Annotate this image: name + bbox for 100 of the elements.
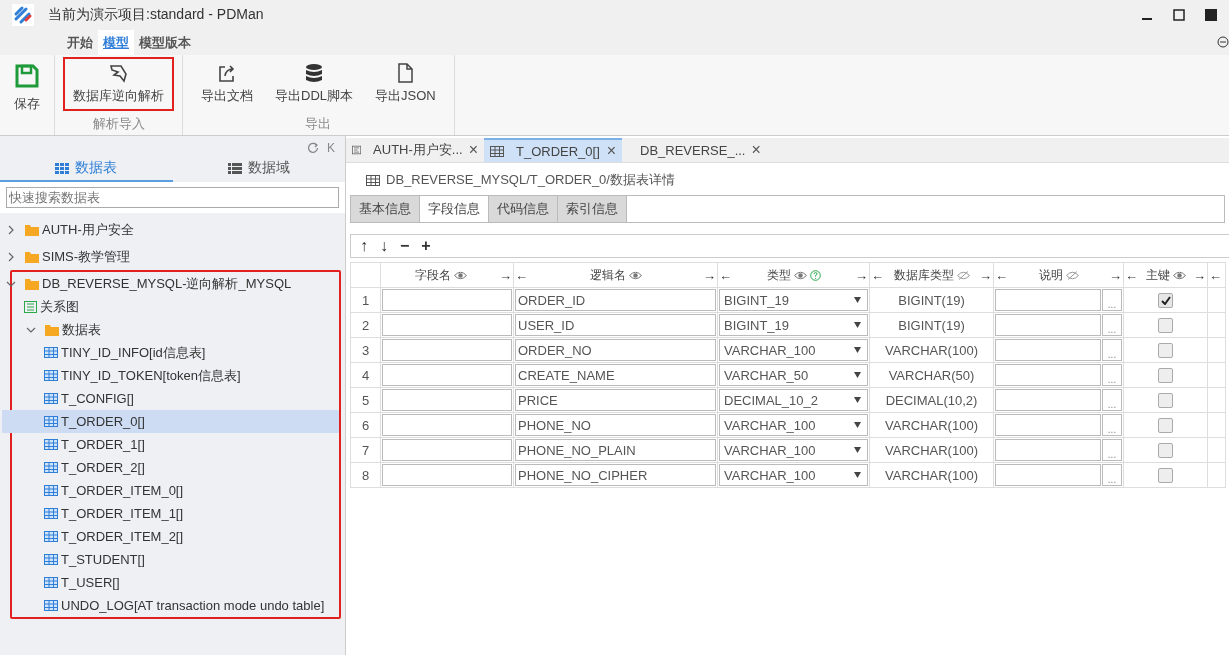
field-name-input[interactable] <box>382 364 512 386</box>
tree-item[interactable]: UNDO_LOG[AT transaction mode undo table] <box>2 594 339 617</box>
tree-item[interactable]: T_CONFIG[] <box>2 387 339 410</box>
tree-item[interactable]: 关系图 <box>2 295 339 318</box>
sidebar-tab[interactable]: 数据域 <box>172 156 345 182</box>
more-button[interactable]: ... <box>1102 439 1122 461</box>
search-field[interactable]: 快速搜索数据表 <box>6 187 339 208</box>
tree-item[interactable]: T_ORDER_0[] <box>2 410 339 433</box>
collapse-icon[interactable] <box>1217 36 1229 48</box>
ribbon-tab[interactable]: 开始 <box>62 30 98 55</box>
move-right-button[interactable]: → <box>1109 267 1122 283</box>
dropdown-icon[interactable] <box>854 397 861 403</box>
type-select[interactable]: BIGINT_19 <box>719 289 868 311</box>
logic-name-input[interactable]: PHONE_NO <box>515 414 716 436</box>
logic-name-input[interactable]: PHONE_NO_CIPHER <box>515 464 716 486</box>
field-name-input[interactable] <box>382 464 512 486</box>
tree-item[interactable]: T_ORDER_2[] <box>2 456 339 479</box>
tree-item[interactable]: SIMS-教学管理 <box>2 245 337 268</box>
maximize-icon[interactable] <box>1173 9 1185 21</box>
eye-icon[interactable] <box>793 270 807 280</box>
checkbox[interactable] <box>1158 343 1173 359</box>
checkbox[interactable] <box>1158 468 1173 484</box>
note-input[interactable] <box>995 339 1101 361</box>
move-right-button[interactable]: → <box>855 267 868 283</box>
tree-item[interactable]: T_ORDER_ITEM_2[] <box>2 525 339 548</box>
ribbon-button[interactable]: 导出DDL脚本 <box>265 57 363 111</box>
field-name-input[interactable] <box>382 314 512 336</box>
ribbon-tab[interactable]: 模型版本 <box>134 30 196 55</box>
document-tab[interactable]: T_ORDER_0[] × <box>484 138 622 162</box>
toolbar-button[interactable]: ↓ <box>377 237 391 255</box>
more-button[interactable]: ... <box>1102 464 1122 486</box>
more-button[interactable]: ... <box>1102 339 1122 361</box>
detail-tab[interactable]: 代码信息 <box>489 196 558 222</box>
tree-item[interactable]: DB_REVERSE_MYSQL-逆向解析_MYSQL <box>2 272 339 295</box>
field-name-input[interactable] <box>382 339 512 361</box>
logic-name-input[interactable]: PRICE <box>515 389 716 411</box>
tree-item[interactable]: T_ORDER_1[] <box>2 433 339 456</box>
toolbar-button[interactable]: ↑ <box>357 237 371 255</box>
tree-item[interactable]: T_STUDENT[] <box>2 548 339 571</box>
more-button[interactable]: ... <box>1102 414 1122 436</box>
close-tab-button[interactable]: × <box>606 142 616 160</box>
chevron-right-icon[interactable] <box>6 224 16 235</box>
refresh-icon[interactable] <box>307 142 319 154</box>
close-tab-button[interactable]: × <box>751 141 761 159</box>
type-select[interactable]: VARCHAR_100 <box>719 439 868 461</box>
move-left-button[interactable]: ← <box>995 267 1008 283</box>
move-right-button[interactable]: → <box>499 267 512 283</box>
logic-name-input[interactable]: ORDER_ID <box>515 289 716 311</box>
field-name-input[interactable] <box>382 414 512 436</box>
detail-tab[interactable]: 索引信息 <box>558 196 627 222</box>
field-name-input[interactable] <box>382 389 512 411</box>
move-left-button[interactable]: ← <box>719 267 732 283</box>
type-select[interactable]: VARCHAR_100 <box>719 414 868 436</box>
more-button[interactable]: ... <box>1102 364 1122 386</box>
tree-item[interactable]: TINY_ID_TOKEN[token信息表] <box>2 364 339 387</box>
dropdown-icon[interactable] <box>854 472 861 478</box>
checkbox[interactable] <box>1158 368 1173 384</box>
note-input[interactable] <box>995 439 1101 461</box>
logic-name-input[interactable]: ORDER_NO <box>515 339 716 361</box>
checkbox[interactable] <box>1158 443 1173 459</box>
dropdown-icon[interactable] <box>854 347 861 353</box>
note-input[interactable] <box>995 414 1101 436</box>
ribbon-tab[interactable]: 模型 <box>98 30 134 55</box>
help-icon[interactable] <box>809 269 821 281</box>
note-input[interactable] <box>995 289 1101 311</box>
tree-item[interactable]: T_ORDER_ITEM_1[] <box>2 502 339 525</box>
tree-item[interactable]: 数据表 <box>2 318 339 341</box>
note-input[interactable] <box>995 364 1101 386</box>
type-select[interactable]: DECIMAL_10_2 <box>719 389 868 411</box>
field-name-input[interactable] <box>382 289 512 311</box>
checkbox[interactable] <box>1158 418 1173 434</box>
eye-icon[interactable] <box>628 270 642 280</box>
dropdown-icon[interactable] <box>854 372 861 378</box>
tree-item[interactable]: TINY_ID_INFO[id信息表] <box>2 341 339 364</box>
document-tab[interactable]: AUTH-用户安... × <box>346 138 484 162</box>
document-tab[interactable]: DB_REVERSE_... × <box>622 138 760 162</box>
move-left-button[interactable]: ← <box>871 267 884 283</box>
type-select[interactable]: VARCHAR_100 <box>719 464 868 486</box>
note-input[interactable] <box>995 464 1101 486</box>
save-button[interactable]: 保存 <box>0 55 55 135</box>
field-name-input[interactable] <box>382 439 512 461</box>
tree-item[interactable]: T_USER[] <box>2 571 339 594</box>
ribbon-button[interactable]: 导出文档 <box>191 57 263 111</box>
tree-item[interactable]: T_ORDER_ITEM_0[] <box>2 479 339 502</box>
toolbar-button[interactable]: + <box>418 237 434 255</box>
eye-slash-icon[interactable] <box>1065 270 1079 280</box>
type-select[interactable]: VARCHAR_100 <box>719 339 868 361</box>
ribbon-button[interactable]: 数据库逆向解析 <box>63 57 174 111</box>
logic-name-input[interactable]: USER_ID <box>515 314 716 336</box>
logic-name-input[interactable]: CREATE_NAME <box>515 364 716 386</box>
eye-icon[interactable] <box>1172 270 1186 280</box>
note-input[interactable] <box>995 389 1101 411</box>
dropdown-icon[interactable] <box>854 447 861 453</box>
move-left-button[interactable]: ← <box>515 267 528 283</box>
dropdown-icon[interactable] <box>854 297 861 303</box>
note-input[interactable] <box>995 314 1101 336</box>
detail-tab[interactable]: 基本信息 <box>351 196 420 222</box>
move-right-button[interactable]: → <box>979 267 992 283</box>
more-button[interactable]: ... <box>1102 389 1122 411</box>
close-tab-button[interactable]: × <box>468 141 478 159</box>
